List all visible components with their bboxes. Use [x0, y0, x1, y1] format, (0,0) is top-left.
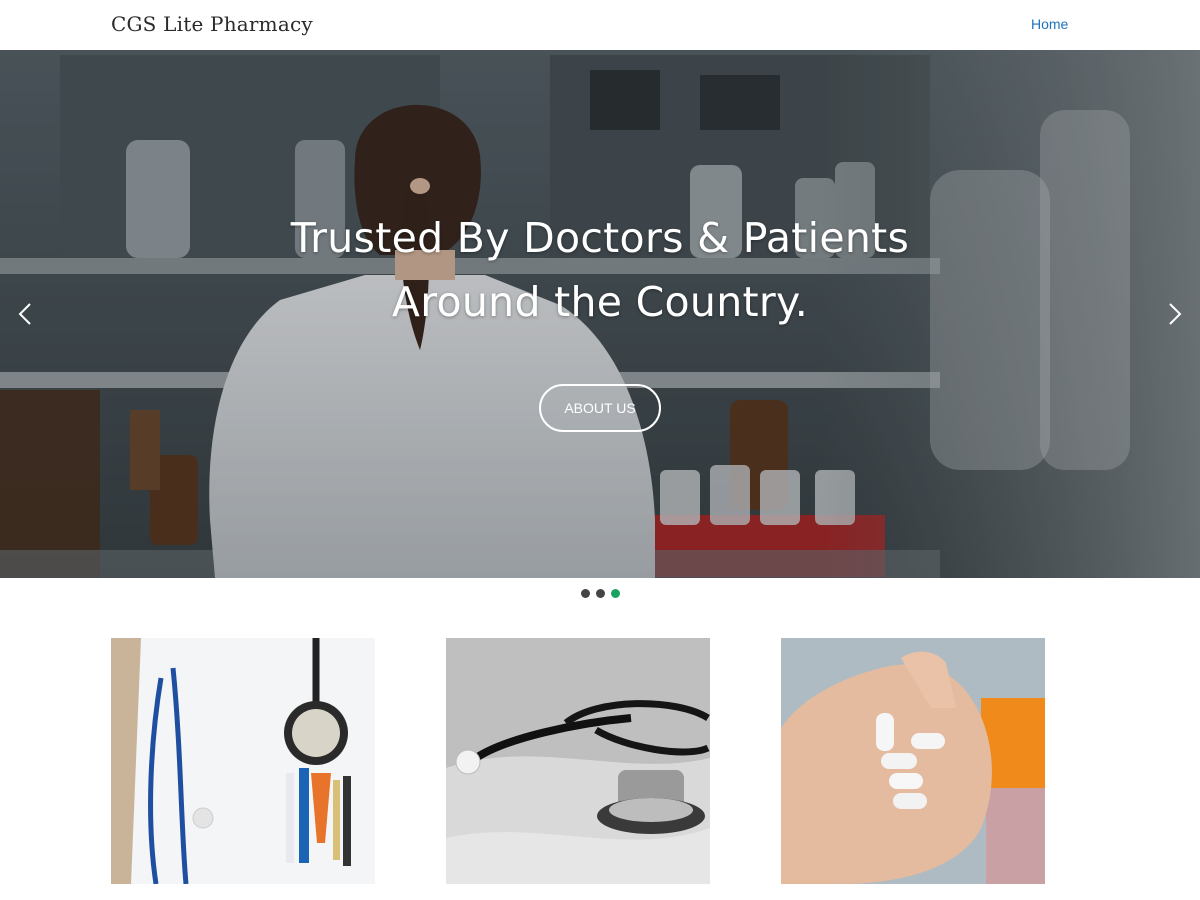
hero-slider: Trusted By Doctors & Patients Around the…: [0, 50, 1200, 578]
slider-next-button[interactable]: [1162, 302, 1186, 326]
slider-dot-1[interactable]: [580, 589, 590, 598]
slider-dots: [0, 589, 1200, 598]
hero-title-line2: Around the Country.: [391, 278, 809, 326]
stethoscope-image: [446, 638, 710, 884]
chevron-right-icon: [1169, 303, 1182, 325]
chevron-left-icon: [18, 303, 31, 325]
slider-dot-2[interactable]: [595, 589, 605, 598]
about-us-button[interactable]: ABOUT US: [539, 384, 661, 432]
feature-card-stethoscope[interactable]: [446, 638, 710, 884]
site-brand[interactable]: CGS Lite Pharmacy: [111, 12, 313, 36]
nav-home-link[interactable]: Home: [1031, 16, 1068, 32]
hero-title-line1: Trusted By Doctors & Patients: [290, 214, 910, 262]
slider-prev-button[interactable]: [14, 302, 38, 326]
doctor-coat-stethoscope-image: [111, 638, 375, 884]
feature-card-doctor[interactable]: [111, 638, 375, 884]
site-header: CGS Lite Pharmacy Home: [0, 0, 1200, 50]
feature-card-pills[interactable]: [781, 638, 1045, 884]
pills-in-hand-image: [781, 638, 1045, 884]
slider-dot-3[interactable]: [610, 589, 620, 598]
